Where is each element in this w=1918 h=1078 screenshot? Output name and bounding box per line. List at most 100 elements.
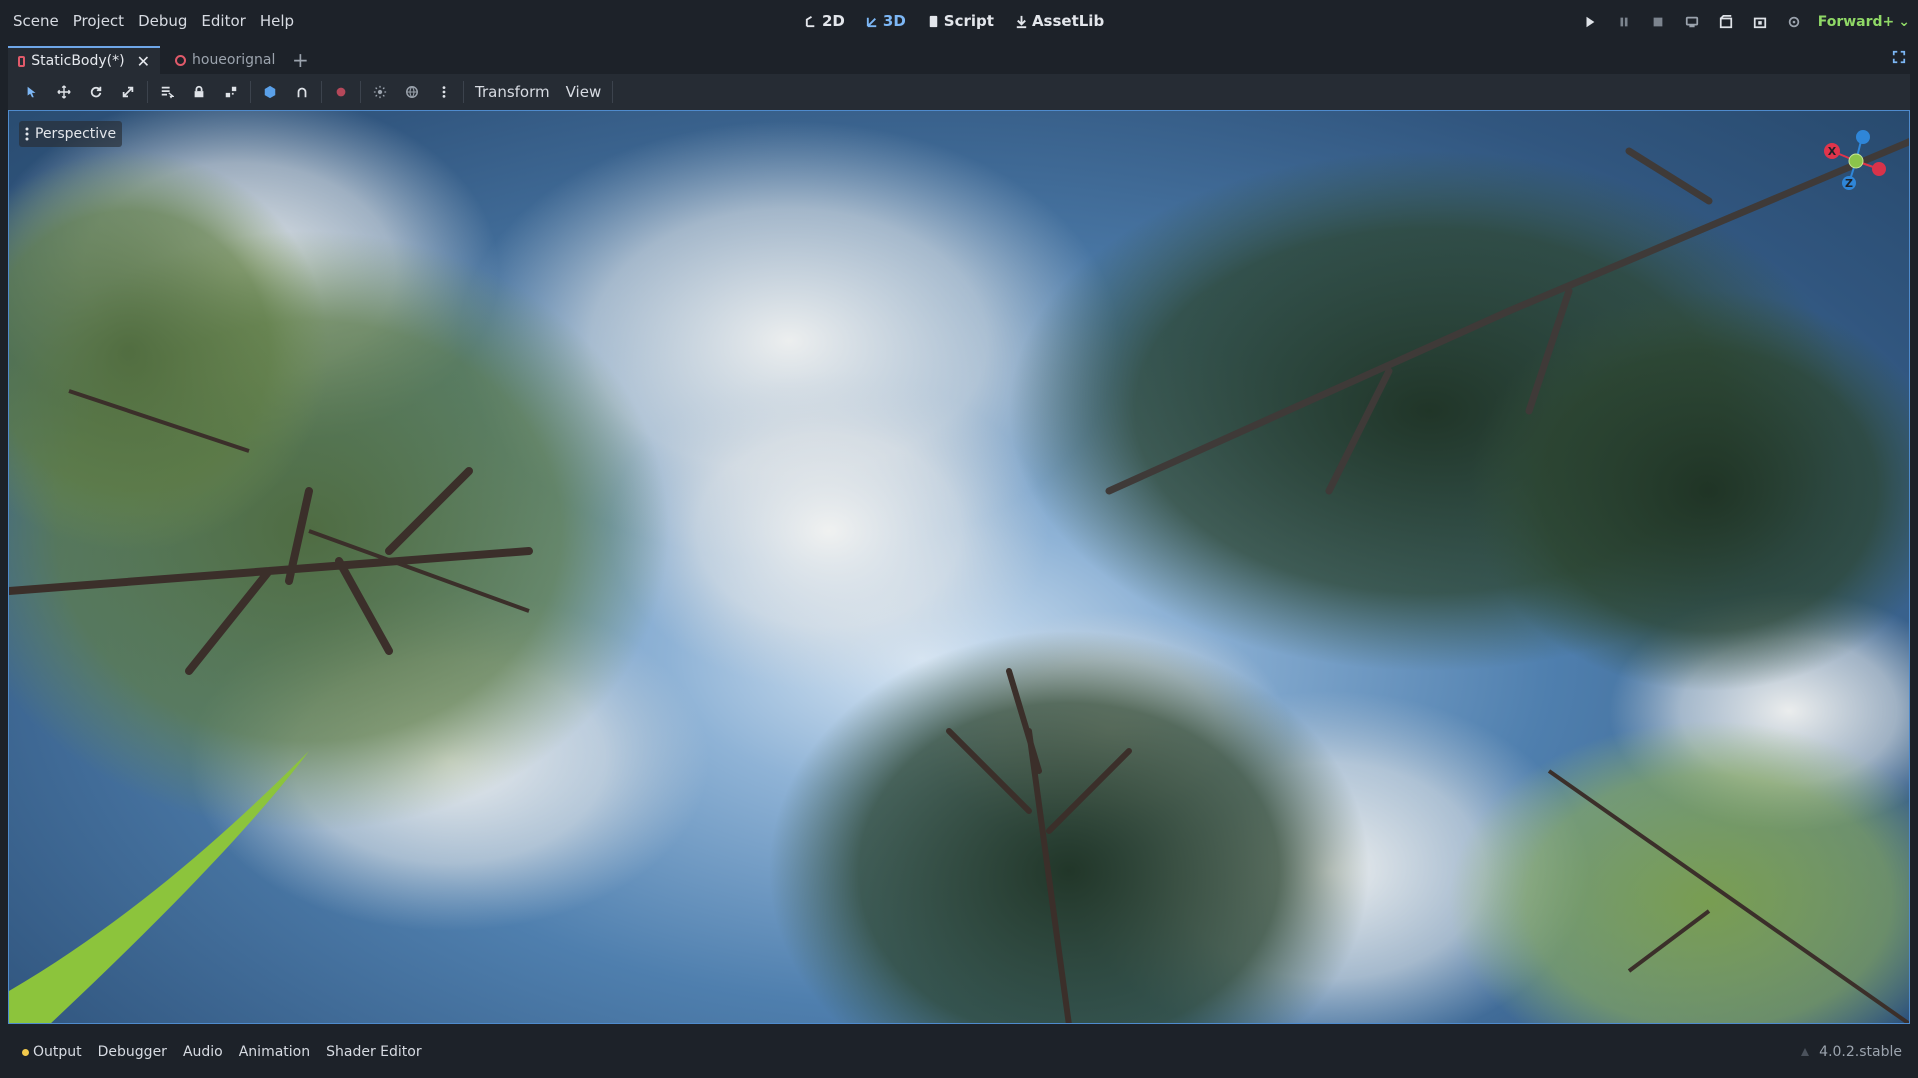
- script-icon: [929, 15, 938, 27]
- axis-x-negative[interactable]: [1872, 162, 1886, 176]
- tab-debugger[interactable]: Debugger: [90, 1041, 175, 1063]
- play-icon: [1586, 16, 1595, 28]
- play-custom-scene-icon: [1753, 17, 1766, 29]
- assetlib-icon: [1016, 15, 1027, 28]
- tab-staticbody[interactable]: StaticBody(*) ✕: [8, 46, 160, 74]
- toolbar-divider: [250, 81, 251, 103]
- menu-editor[interactable]: Editor: [194, 8, 252, 34]
- view-menu[interactable]: View: [558, 79, 610, 105]
- scene-render: [9, 111, 1909, 1023]
- tab-houeorignal-label: houeorignal: [192, 52, 276, 68]
- tab-shader-editor[interactable]: Shader Editor: [318, 1041, 429, 1063]
- lock-button[interactable]: [183, 78, 215, 106]
- rotate-tool-button[interactable]: [80, 78, 112, 106]
- 2d-icon: [805, 15, 815, 27]
- toolbar-divider: [612, 81, 614, 103]
- snap-icon: [297, 87, 307, 98]
- toolbar-divider: [321, 81, 322, 103]
- 3d-icon: [866, 17, 877, 27]
- pause-icon: [1620, 17, 1628, 27]
- group-button[interactable]: [215, 78, 247, 106]
- viewport-toolbar: Transform View: [8, 74, 1910, 110]
- menu-help[interactable]: Help: [253, 8, 301, 34]
- play-scene-button[interactable]: [1710, 8, 1742, 36]
- perspective-menu[interactable]: Perspective: [19, 121, 123, 147]
- stop-button[interactable]: [1642, 8, 1674, 36]
- tab-houeorignal[interactable]: houeorignal: [165, 46, 285, 74]
- sun-toggle-button[interactable]: [364, 78, 396, 106]
- more-icon: [442, 86, 446, 98]
- main-menu: Scene Project Debug Editor Help: [6, 8, 301, 34]
- group-icon: [225, 86, 237, 98]
- tab-animation[interactable]: Animation: [231, 1041, 318, 1063]
- menu-debug[interactable]: Debug: [131, 8, 194, 34]
- tab-output-label: Output: [33, 1044, 82, 1060]
- movie-maker-button[interactable]: [1778, 8, 1810, 36]
- rotate-icon: [90, 86, 102, 98]
- toolbar-divider: [463, 81, 464, 103]
- orientation-gizmo[interactable]: X Z: [1811, 117, 1901, 207]
- add-tab-button[interactable]: +: [292, 48, 309, 72]
- move-tool-button[interactable]: [48, 78, 80, 106]
- close-icon[interactable]: ✕: [137, 52, 150, 71]
- more-options-button[interactable]: [428, 78, 460, 106]
- chevron-down-icon: ⌄: [1898, 14, 1910, 30]
- renderer-label: Forward+: [1817, 14, 1895, 30]
- distraction-free-button[interactable]: [1892, 50, 1906, 68]
- camera-preview-icon: [336, 87, 346, 97]
- axis-z-negative[interactable]: [1856, 130, 1870, 144]
- run-controls: Forward+ ⌄: [1574, 8, 1910, 36]
- sun-icon: [373, 85, 387, 99]
- notification-dot-icon: [22, 1048, 29, 1056]
- tab-staticbody-label: StaticBody(*): [31, 53, 125, 69]
- static-body-icon: [18, 55, 26, 67]
- menu-scene[interactable]: Scene: [6, 8, 66, 34]
- tab-output[interactable]: Output: [14, 1041, 90, 1063]
- transform-menu[interactable]: Transform: [467, 79, 558, 105]
- scene-tab-bar: StaticBody(*) ✕ houeorignal +: [0, 44, 1918, 74]
- pause-button[interactable]: [1608, 8, 1640, 36]
- play-button[interactable]: [1574, 8, 1606, 36]
- camera-preview-button[interactable]: [325, 78, 357, 106]
- renderer-dropdown[interactable]: Forward+ ⌄: [1818, 14, 1910, 30]
- toolbar-divider: [147, 81, 148, 103]
- remote-debug-icon: [1685, 16, 1698, 28]
- snap-button[interactable]: [286, 78, 318, 106]
- remote-debug-button[interactable]: [1676, 8, 1708, 36]
- bottom-panel-bar: Output Debugger Audio Animation Shader E…: [0, 1030, 1918, 1078]
- version-label: 4.0.2.stable: [1819, 1044, 1902, 1060]
- select-tool-button[interactable]: [16, 78, 48, 106]
- mode-3d-label: 3D: [882, 12, 906, 30]
- mode-2d-button[interactable]: 2D: [796, 10, 853, 32]
- lock-icon: [194, 85, 204, 98]
- scale-tool-button[interactable]: [112, 78, 144, 106]
- environment-toggle-button[interactable]: [396, 78, 428, 106]
- play-custom-scene-button[interactable]: [1744, 8, 1776, 36]
- scene-root-icon: [175, 54, 186, 66]
- workspace-switcher: 2D 3D Script AssetLib: [796, 10, 1112, 32]
- mode-2d-label: 2D: [822, 12, 845, 30]
- axis-x-label: X: [1828, 145, 1837, 158]
- local-space-button[interactable]: [254, 78, 286, 106]
- play-scene-icon: [1719, 15, 1732, 29]
- select-icon: [27, 86, 36, 98]
- list-select-icon: [161, 86, 174, 99]
- perspective-label: Perspective: [35, 126, 117, 142]
- list-select-button[interactable]: [151, 78, 183, 106]
- tree-foliage: [769, 631, 1369, 1023]
- 3d-viewport[interactable]: Perspective X Z: [8, 110, 1910, 1024]
- environment-icon: [406, 86, 418, 98]
- mode-assetlib-label: AssetLib: [1031, 12, 1105, 30]
- axis-y-positive[interactable]: [1848, 153, 1864, 169]
- mode-script-button[interactable]: Script: [918, 10, 1002, 32]
- tab-audio[interactable]: Audio: [175, 1041, 231, 1063]
- mode-3d-button[interactable]: 3D: [857, 10, 914, 32]
- expand-icon: [1892, 50, 1906, 64]
- more-icon: [25, 127, 29, 141]
- movie-maker-icon: [1788, 16, 1799, 28]
- mode-assetlib-button[interactable]: AssetLib: [1006, 10, 1112, 32]
- top-menu-bar: Scene Project Debug Editor Help 2D 3D Sc…: [0, 0, 1918, 44]
- stop-icon: [1653, 17, 1663, 27]
- move-icon: [57, 85, 71, 99]
- menu-project[interactable]: Project: [66, 8, 131, 34]
